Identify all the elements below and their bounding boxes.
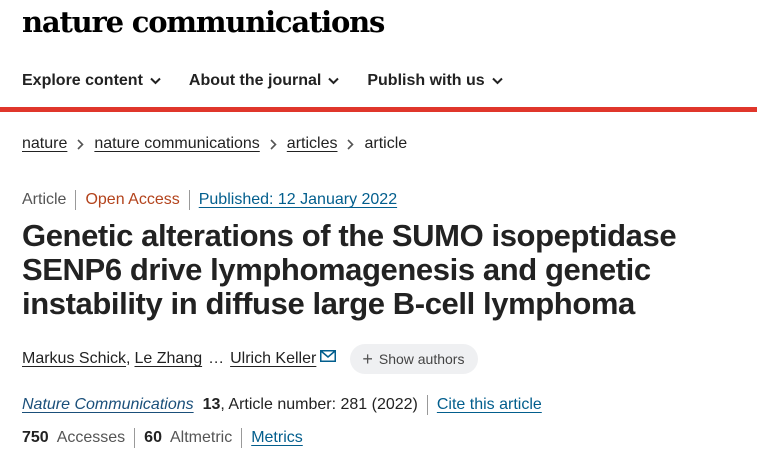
- nav-about-journal-label: About the journal: [188, 72, 322, 89]
- accesses-label: Accesses: [56, 429, 126, 446]
- breadcrumb-articles[interactable]: articles: [287, 135, 338, 153]
- cite-this-article-link[interactable]: Cite this article: [437, 396, 542, 414]
- breadcrumb-nature[interactable]: nature: [22, 135, 67, 153]
- metrics-link[interactable]: Metrics: [251, 429, 303, 447]
- nav-publish-with-us-label: Publish with us: [367, 72, 485, 89]
- meta-divider: [75, 190, 77, 210]
- author-separator: ,: [126, 350, 131, 367]
- author-link[interactable]: Markus Schick: [22, 350, 126, 368]
- article-page: nature communications Explore content Ab…: [0, 0, 757, 457]
- breadcrumb-nature-communications[interactable]: nature communications: [94, 135, 259, 153]
- article-title: Genetic alterations of the SUMO isopepti…: [22, 218, 677, 321]
- volume-number: 13: [202, 396, 221, 413]
- altmetric-count: 60: [144, 429, 162, 446]
- metrics-divider: [134, 428, 136, 448]
- published-date-link[interactable]: Published: 12 January 2022: [199, 191, 397, 209]
- metrics-row: 750 Accesses 60 Altmetric Metrics: [22, 428, 303, 448]
- article-type: Article: [22, 191, 67, 208]
- author-list: Markus Schick , Le Zhang … Ulrich Keller…: [22, 344, 479, 374]
- nav-explore-content-label: Explore content: [22, 72, 143, 89]
- open-access-label: Open Access: [85, 191, 180, 208]
- chevron-down-icon: [150, 77, 161, 85]
- chevron-right-icon: [347, 138, 355, 150]
- envelope-icon[interactable]: [320, 350, 337, 362]
- nav-explore-content[interactable]: Explore content: [22, 72, 161, 90]
- nav-about-journal[interactable]: About the journal: [188, 72, 340, 90]
- plus-icon: +: [362, 349, 373, 369]
- chevron-right-icon: [77, 138, 85, 150]
- site-logo[interactable]: nature communications: [22, 4, 385, 40]
- breadcrumb-current: article: [364, 135, 408, 152]
- main-nav: Explore content About the journal Publis…: [0, 64, 757, 98]
- author-ellipsis: …: [208, 350, 225, 367]
- author-link[interactable]: Ulrich Keller: [230, 350, 316, 368]
- meta-divider: [188, 190, 190, 210]
- chevron-right-icon: [270, 138, 277, 150]
- accesses-count: 750: [22, 429, 49, 446]
- show-authors-button[interactable]: + Show authors: [350, 344, 479, 374]
- chevron-down-icon: [328, 77, 340, 85]
- header-divider: [0, 107, 757, 112]
- breadcrumb: nature nature communications articles ar…: [22, 134, 407, 154]
- altmetric-label: Altmetric: [169, 429, 233, 446]
- article-number: , Article number: 281 (2022): [220, 396, 418, 413]
- show-authors-label: Show authors: [378, 351, 465, 367]
- author-link[interactable]: Le Zhang: [134, 350, 202, 368]
- chevron-down-icon: [491, 77, 503, 85]
- citation-divider: [426, 395, 428, 415]
- citation-row: Nature Communications 13 , Article numbe…: [22, 395, 542, 415]
- article-meta: Article Open Access Published: 12 Januar…: [22, 190, 397, 210]
- metrics-divider: [241, 428, 243, 448]
- journal-link[interactable]: Nature Communications: [22, 396, 194, 414]
- nav-publish-with-us[interactable]: Publish with us: [367, 72, 503, 90]
